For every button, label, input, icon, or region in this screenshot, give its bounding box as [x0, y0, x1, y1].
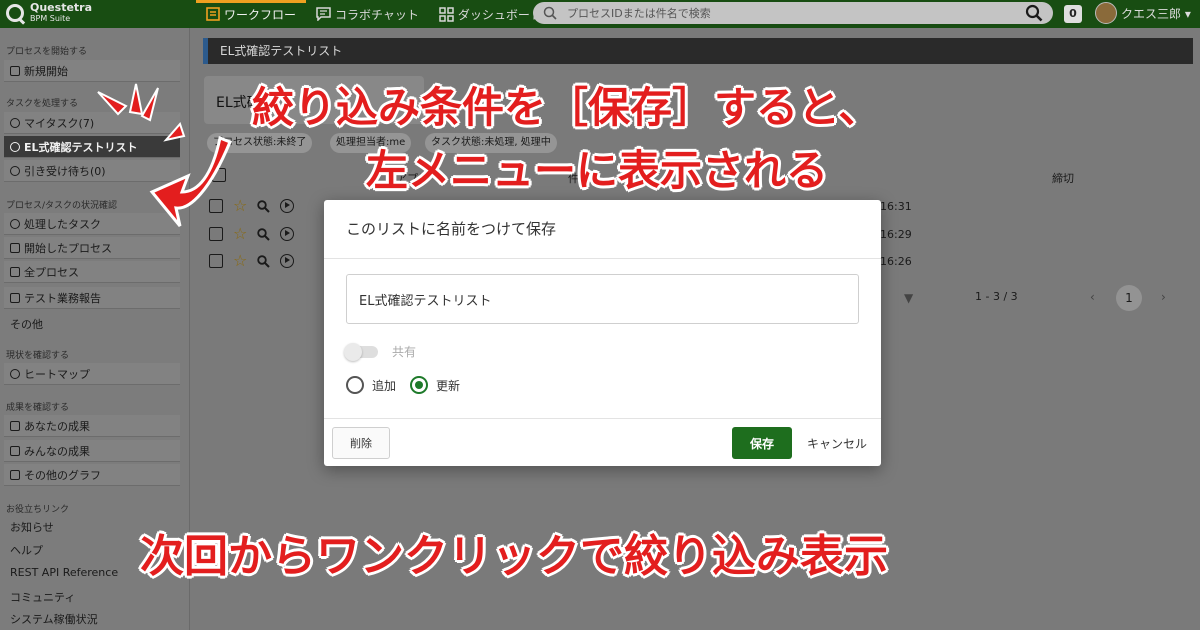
share-toggle[interactable]: 共有 — [344, 342, 417, 361]
divider — [324, 258, 881, 259]
process-icon — [10, 242, 20, 253]
sidebar-item-heatmap[interactable]: ヒートマップ — [4, 363, 180, 385]
link-community[interactable]: コミュニティ — [10, 589, 75, 605]
bar-chart-icon — [10, 420, 20, 431]
list-title-bar: EL式確認テストリスト — [203, 38, 1193, 64]
save-list-dialog: このリストに名前をつけて保存 共有 追加 更新 削除 保存 キャンセル — [324, 200, 881, 466]
row-time: 16:26 — [880, 255, 912, 268]
nav-dashboard-label: ダッシュボード — [457, 7, 542, 22]
notification-badge[interactable]: 0 — [1064, 5, 1082, 23]
play-icon[interactable] — [280, 227, 295, 241]
sidebar-item-label: 新規開始 — [24, 64, 68, 78]
process-icon — [10, 266, 20, 277]
sidebar-item-started[interactable]: 開始したプロセス — [4, 237, 180, 259]
sidebar-item-label: テスト業務報告 — [24, 291, 101, 305]
caption-line-3: 次回からワンクリックで絞り込み表示 — [140, 531, 888, 582]
cancel-button[interactable]: キャンセル — [802, 427, 872, 459]
sidebar-item-other[interactable]: その他 — [10, 316, 43, 332]
top-nav: ワークフロー コラボチャット ダッシュボード — [196, 0, 552, 28]
logo-subtitle: BPM Suite — [30, 14, 71, 23]
section-tasks: タスクを処理する — [6, 99, 79, 109]
questetra-logo[interactable]: Questetra BPM Suite — [6, 2, 92, 24]
search-icon — [543, 6, 557, 20]
save-button[interactable]: 保存 — [732, 427, 792, 459]
magnifier-icon[interactable] — [257, 254, 271, 268]
row-time: 16:29 — [880, 228, 912, 241]
dashboard-icon — [439, 6, 454, 22]
user-menu[interactable]: クエス三郎 ▾ — [1095, 2, 1191, 24]
sidebar-item-label: 全プロセス — [24, 265, 79, 279]
avatar — [1095, 2, 1117, 24]
search-bar — [533, 2, 1053, 24]
sidebar-item-label: その他のグラフ — [24, 468, 101, 482]
download-circle-icon — [10, 165, 20, 176]
share-label: 共有 — [392, 345, 417, 359]
sidebar-item-everyone-results[interactable]: みんなの成果 — [4, 440, 180, 462]
workflow-icon — [206, 7, 220, 21]
section-results: 成果を確認する — [6, 403, 70, 413]
delete-button[interactable]: 削除 — [332, 427, 390, 459]
search-submit-icon[interactable] — [1025, 4, 1043, 22]
pager-range: 1 - 3 / 3 — [975, 290, 1018, 303]
bar-chart-icon — [10, 469, 20, 480]
page-number[interactable]: 1 — [1116, 285, 1142, 311]
play-circle-icon — [10, 117, 20, 128]
user-name: クエス三郎 ▾ — [1121, 6, 1191, 21]
link-rest-api[interactable]: REST API Reference — [10, 566, 118, 579]
chat-icon — [316, 7, 331, 21]
nav-collab-chat-label: コラボチャット — [335, 7, 419, 22]
play-icon[interactable] — [280, 254, 295, 268]
star-icon[interactable]: ☆ — [233, 253, 247, 269]
link-news[interactable]: お知らせ — [10, 519, 54, 535]
radio-add[interactable] — [346, 376, 364, 394]
caption-line-1: 絞り込み条件を［保存］すると、 — [252, 83, 881, 132]
logo-mark-icon — [6, 4, 24, 22]
process-icon — [10, 292, 20, 303]
nav-workflow-label: ワークフロー — [224, 7, 297, 22]
table-row: ☆ — [209, 253, 295, 269]
sidebar-item-all-process[interactable]: 全プロセス — [4, 261, 180, 283]
prev-page-icon[interactable]: ‹ — [1090, 290, 1095, 304]
next-page-icon[interactable]: › — [1161, 290, 1166, 304]
sidebar-item-other-graphs[interactable]: その他のグラフ — [4, 464, 180, 486]
section-links: お役立ちリンク — [6, 505, 70, 515]
divider — [324, 418, 881, 419]
section-start-process: プロセスを開始する — [6, 47, 88, 57]
row-checkbox[interactable] — [209, 254, 223, 268]
list-name-input[interactable] — [346, 274, 859, 324]
radio-update[interactable] — [410, 376, 429, 394]
row-time: 16:31 — [880, 200, 912, 213]
sidebar-item-label: 開始したプロセス — [24, 241, 112, 255]
bar-chart-icon — [10, 445, 20, 456]
toggle-knob — [344, 342, 362, 361]
heatmap-icon — [10, 368, 20, 379]
nav-workflow[interactable]: ワークフロー — [196, 0, 307, 28]
task-icon — [10, 218, 20, 229]
nav-collab-chat[interactable]: コラボチャット — [306, 0, 429, 28]
link-help[interactable]: ヘルプ — [10, 542, 43, 558]
sidebar-item-your-results[interactable]: あなたの成果 — [4, 415, 180, 437]
search-input[interactable] — [567, 6, 1025, 20]
section-current: 現状を確認する — [6, 351, 70, 361]
new-document-icon — [10, 65, 20, 76]
play-circle-icon — [10, 141, 20, 152]
sidebar-item-new-start[interactable]: 新規開始 — [4, 60, 180, 82]
save-mode-radios: 追加 更新 — [346, 376, 474, 394]
column-header-deadline[interactable]: 締切 — [1052, 170, 1074, 186]
radio-update-label: 更新 — [436, 378, 461, 393]
sidebar-item-label: あなたの成果 — [24, 419, 90, 433]
radio-add-label: 追加 — [372, 378, 397, 393]
play-icon[interactable] — [280, 199, 295, 213]
dialog-title: このリストに名前をつけて保存 — [346, 220, 557, 238]
sidebar-item-label: ヒートマップ — [24, 367, 90, 381]
page-size-dropdown-icon[interactable]: ▼ — [904, 291, 913, 305]
logo-title: Questetra — [30, 1, 93, 14]
annotation-arrow-icon — [97, 83, 232, 227]
sidebar-item-label: みんなの成果 — [24, 444, 90, 458]
link-system-status[interactable]: システム稼働状況 — [10, 611, 98, 627]
caption-line-2: 左メニューに表示される — [366, 146, 829, 195]
sidebar-item-test-report[interactable]: テスト業務報告 — [4, 287, 180, 309]
top-header: Questetra BPM Suite ワークフロー コラボチャット ダッシュボ… — [0, 0, 1200, 28]
